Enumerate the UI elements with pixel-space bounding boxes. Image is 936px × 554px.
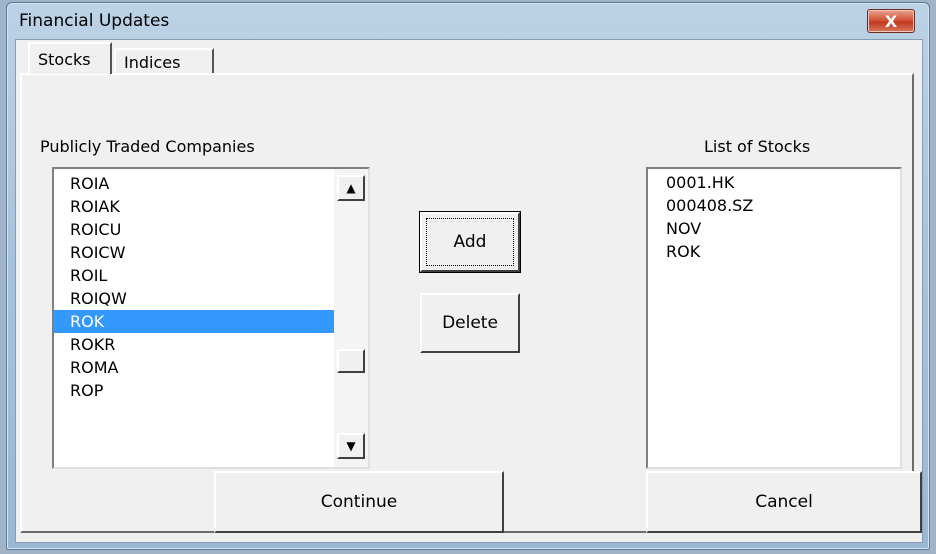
companies-listbox[interactable]: ROIA ROIAK ROICU ROICW ROIL ROIQW ROK RO… [52,167,370,469]
stocks-list-label: List of Stocks [704,137,811,156]
list-item[interactable]: ROK [648,240,888,263]
tab-stocks-label: Stocks [38,49,91,69]
close-button[interactable]: X [867,9,915,33]
title-bar[interactable]: Financial Updates X [7,3,929,39]
list-item[interactable]: NOV [648,217,888,240]
cancel-button-label: Cancel [755,492,813,512]
list-item[interactable]: ROIAK [54,195,334,218]
list-item[interactable]: ROIA [54,172,334,195]
delete-button-label: Delete [442,313,498,333]
dialog-window: Financial Updates X Stocks Indices Publi… [6,2,930,550]
list-item[interactable]: 000408.SZ [648,194,888,217]
list-item[interactable]: ROKR [54,333,334,356]
list-item[interactable]: ROICW [54,241,334,264]
cancel-button[interactable]: Cancel [646,471,922,533]
companies-scrollbar[interactable]: ▲ ▼ [334,169,368,467]
companies-list-items: ROIA ROIAK ROICU ROICW ROIL ROIQW ROK RO… [54,172,334,402]
list-item[interactable]: ROP [54,379,334,402]
stocks-listbox[interactable]: 0001.HK 000408.SZ NOV ROK [646,167,902,469]
tab-indices-label: Indices [124,52,181,72]
close-icon: X [884,11,898,31]
list-item[interactable]: ROICU [54,218,334,241]
dialog-client-area: Stocks Indices Publicly Traded Companies… [15,39,923,543]
scroll-down-button[interactable]: ▼ [337,433,365,459]
list-item[interactable]: ROIL [54,264,334,287]
list-item[interactable]: ROIQW [54,287,334,310]
delete-button[interactable]: Delete [420,293,520,353]
scroll-up-button[interactable]: ▲ [337,175,365,201]
stocks-list-items: 0001.HK 000408.SZ NOV ROK [648,171,888,263]
tab-indices[interactable]: Indices [114,48,214,74]
list-item[interactable]: ROMA [54,356,334,379]
add-button[interactable]: Add [419,211,521,273]
arrow-down-icon: ▼ [346,439,356,453]
stocks-tab-panel: Publicly Traded Companies ROIA ROIAK ROI… [20,73,922,533]
scroll-thumb[interactable] [337,349,365,373]
arrow-up-icon: ▲ [346,181,356,195]
continue-button-label: Continue [320,492,398,512]
list-item[interactable]: 0001.HK [648,171,888,194]
window-title: Financial Updates [19,11,170,31]
companies-list-label: Publicly Traded Companies [40,137,255,156]
tab-stocks[interactable]: Stocks [28,42,112,74]
continue-button[interactable]: Continue [214,471,504,533]
focus-rectangle [426,218,514,266]
list-item-selected[interactable]: ROK [54,310,334,333]
